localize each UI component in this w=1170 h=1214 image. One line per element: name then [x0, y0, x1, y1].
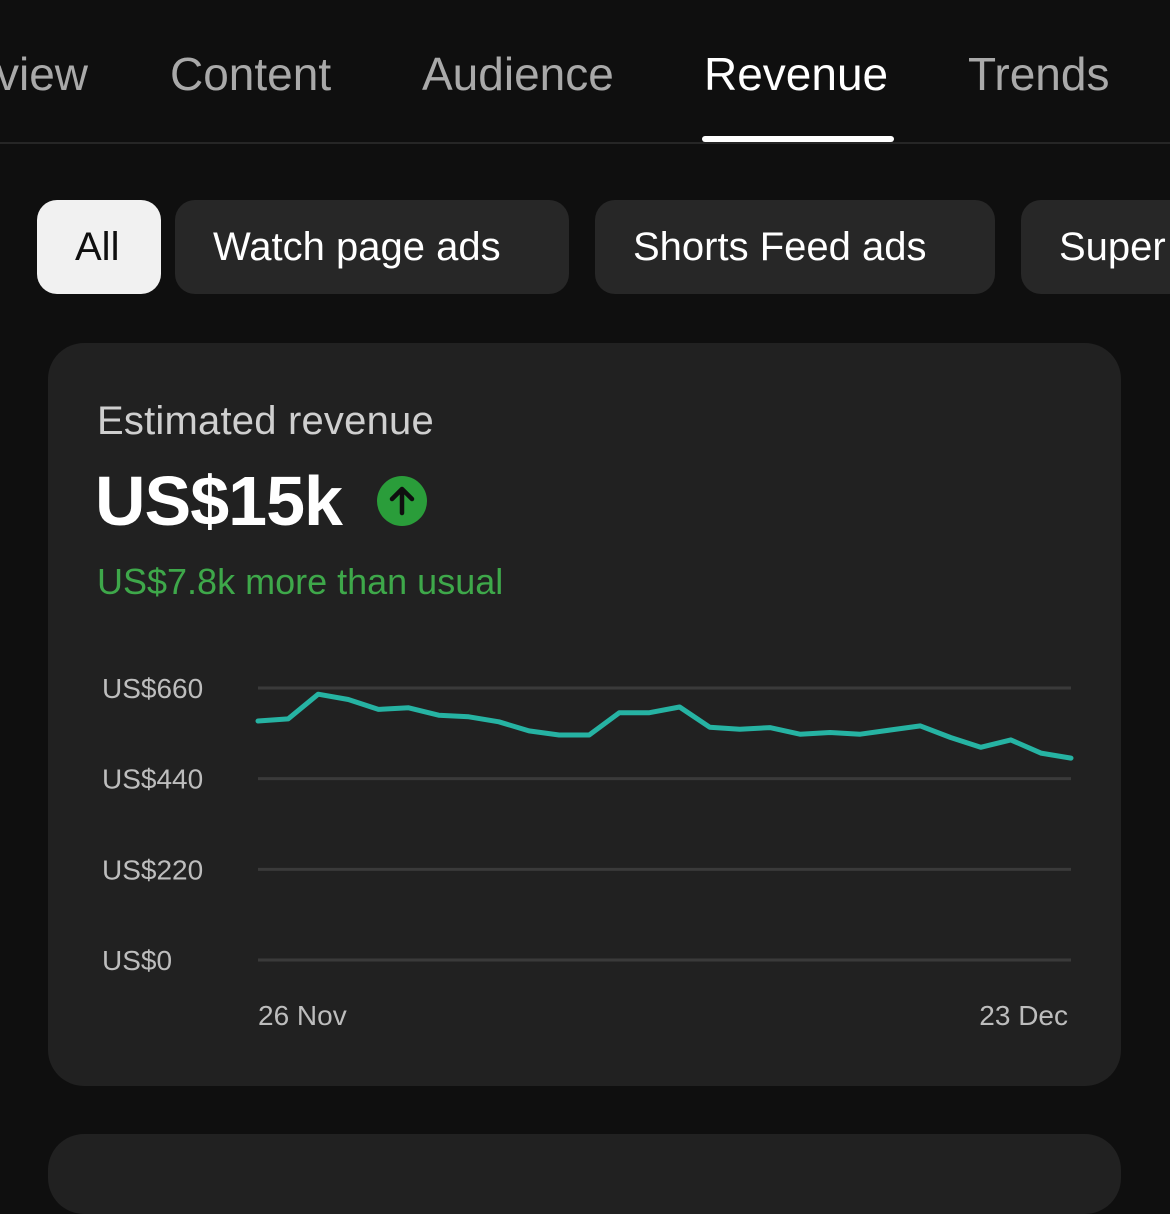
revenue-line-chart[interactable]: US$0 US$220 US$440 US$660 26 Nov 23 Dec: [48, 343, 1121, 1086]
chart-series: [255, 691, 1074, 761]
chip-shorts-feed-ads[interactable]: Shorts Feed ads: [595, 200, 995, 294]
active-tab-indicator: [702, 136, 894, 142]
tab-overview[interactable]: view: [0, 44, 88, 104]
chip-watch-page-ads[interactable]: Watch page ads: [175, 200, 569, 294]
x-label-end: 23 Dec: [979, 1000, 1068, 1031]
chip-super[interactable]: Super: [1021, 200, 1170, 294]
tab-content[interactable]: Content: [170, 44, 331, 104]
estimated-revenue-card[interactable]: Estimated revenue US$15k US$7.8k more th…: [48, 343, 1121, 1086]
chart-gridlines: [258, 686, 1071, 962]
tab-revenue[interactable]: Revenue: [704, 44, 888, 104]
y-tick-label: US$0: [102, 945, 172, 976]
y-tick-label: US$440: [102, 764, 203, 795]
chart-y-ticks: US$0 US$220 US$440 US$660: [102, 673, 203, 976]
chart-x-labels: 26 Nov 23 Dec: [258, 1000, 1068, 1031]
tab-audience[interactable]: Audience: [422, 44, 614, 104]
chip-all[interactable]: All: [37, 200, 161, 294]
x-label-start: 26 Nov: [258, 1000, 347, 1031]
tab-trends[interactable]: Trends: [968, 44, 1109, 104]
revenue-series-line: [255, 691, 1074, 761]
y-tick-label: US$660: [102, 673, 203, 704]
tab-bar: view Content Audience Revenue Trends: [0, 0, 1170, 144]
next-card: [48, 1134, 1121, 1214]
y-tick-label: US$220: [102, 854, 203, 885]
